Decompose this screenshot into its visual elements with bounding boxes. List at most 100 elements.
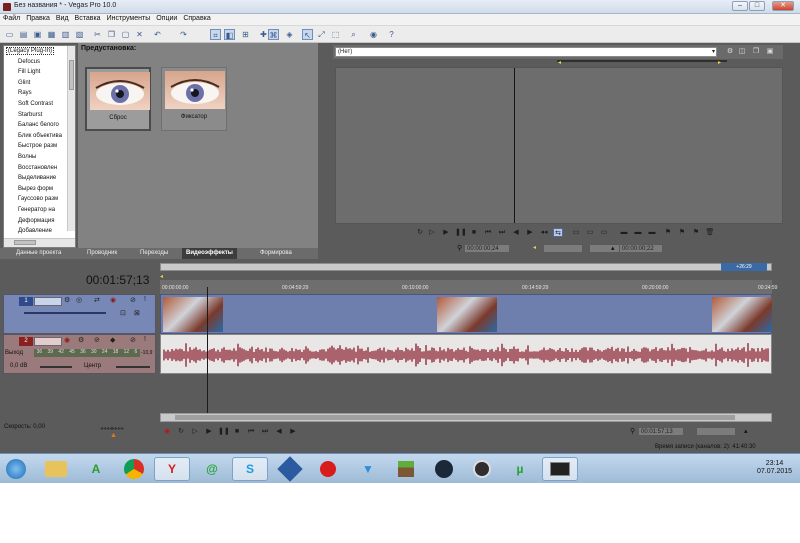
plugin-hscroll-thumb[interactable] — [14, 240, 36, 245]
steam-icon[interactable] — [426, 457, 462, 481]
plugin-list-item[interactable]: Восстановлен — [4, 163, 75, 174]
pause-icon[interactable]: ❚❚ — [455, 228, 467, 237]
maximize-button[interactable]: □ — [749, 1, 765, 11]
obs-icon[interactable] — [464, 457, 500, 481]
tab-transitions[interactable]: Переходы — [140, 248, 168, 259]
preset-fixator[interactable]: Фиксатор — [161, 67, 227, 131]
audio-track-header[interactable]: 2 ◉ ⚙ ⊘ ◆ ⊘ ! Выход 36 39 42 45 36 30 24… — [3, 334, 156, 374]
go-end-icon[interactable]: ⏭ — [260, 427, 270, 436]
timeline-ruler[interactable]: 00:00:00;00 00:04:59;29 00:10:00;00 00:1… — [160, 280, 777, 294]
solo-icon[interactable]: ! — [144, 336, 146, 343]
zoom-tool-icon[interactable]: ⌕ — [348, 29, 359, 40]
preview-opt-icon[interactable]: ▭ — [599, 228, 609, 237]
motion-icon[interactable]: ⇄ — [94, 296, 100, 304]
yandex-icon[interactable]: Y — [154, 457, 190, 481]
next-frame-icon[interactable]: ▶ — [288, 427, 298, 436]
plugin-list-item[interactable]: (Legacy Plug-In) — [4, 46, 75, 57]
loop-icon[interactable]: ↻ — [176, 427, 186, 436]
go-end-icon[interactable]: ⏭ — [497, 228, 507, 237]
cut-icon[interactable]: ✂ — [92, 29, 103, 40]
record-arm-icon[interactable]: ◉ — [64, 336, 70, 344]
menu-view[interactable]: Вид — [53, 14, 72, 25]
bypass-icon[interactable]: ⊡ — [120, 309, 126, 317]
play-from-start-icon[interactable]: ▷ — [427, 228, 437, 237]
timeline-cursor[interactable] — [207, 287, 208, 413]
video-clip-thumbnail[interactable] — [712, 297, 772, 332]
speed-slider[interactable]: ◂◂◂◂▸▸▸▸ — [100, 425, 124, 432]
preview-fx-select[interactable]: (Нет) ▾ — [335, 47, 717, 57]
timeline-start-marker-icon[interactable]: ◂ — [160, 273, 163, 280]
monitor-icon[interactable]: ▭ — [571, 228, 581, 237]
menu-help[interactable]: Справка — [180, 14, 213, 25]
plugin-list-item[interactable]: Выделивание — [4, 173, 75, 184]
plugin-list-item[interactable]: Блик объектива — [4, 131, 75, 142]
pause-icon[interactable]: ❚❚ — [218, 427, 230, 436]
flag-icon[interactable]: ⚑ — [677, 228, 687, 237]
plugin-horizontal-scrollbar[interactable] — [4, 238, 75, 247]
timeline-horizontal-scrollbar[interactable] — [160, 413, 772, 422]
minecraft-icon[interactable] — [388, 457, 424, 481]
properties-icon[interactable]: ▧ — [74, 29, 85, 40]
normal-edit-tool-icon[interactable]: ↖ — [302, 29, 313, 40]
auto-crossfade-icon[interactable]: ⌘ — [268, 29, 279, 40]
zoom-in-icon[interactable]: ▬ — [633, 228, 643, 237]
folder-icon[interactable] — [38, 457, 74, 481]
cursor-time-field[interactable]: 00:01:57;13 — [638, 427, 684, 436]
app-a-icon[interactable]: A — [78, 457, 114, 481]
at-mail-icon[interactable]: @ — [194, 457, 230, 481]
menu-tools[interactable]: Инструменты — [104, 14, 154, 25]
fx-icon[interactable]: ⚙ — [78, 336, 84, 344]
solo-icon[interactable]: ! — [144, 296, 146, 303]
stop-icon[interactable]: ■ — [469, 228, 479, 237]
plugin-list-item[interactable]: Rays — [4, 88, 75, 99]
go-start-icon[interactable]: ⏮ — [246, 427, 256, 436]
rewind-icon[interactable]: ◂◂ — [539, 228, 549, 237]
zoom-out-icon[interactable]: ▬ — [647, 228, 657, 237]
pan-slider[interactable] — [116, 366, 150, 368]
menu-options[interactable]: Опции — [153, 14, 180, 25]
automation-icon[interactable]: ◆ — [110, 336, 115, 344]
loop-icon[interactable]: ↻ — [415, 228, 425, 237]
video-clip-thumbnail[interactable] — [163, 297, 223, 332]
flag-icon[interactable]: ⚑ — [663, 228, 673, 237]
plugin-list-item[interactable]: Starburst — [4, 110, 75, 121]
track-name-field[interactable] — [34, 337, 62, 346]
display-icon[interactable]: ▭ — [585, 228, 595, 237]
menu-file[interactable]: Файл — [0, 14, 23, 25]
tab-project-media[interactable]: Данные проекта — [16, 248, 61, 259]
save-snapshot-icon[interactable]: ▣ — [765, 47, 775, 56]
selection-time-field[interactable] — [696, 427, 736, 436]
copy-snapshot-icon[interactable]: ❐ — [751, 47, 761, 56]
plugin-list-item[interactable]: Вырез форм — [4, 184, 75, 195]
render-icon[interactable]: ▥ — [60, 29, 71, 40]
mute-icon[interactable]: ⊘ — [130, 296, 136, 304]
video-track-header[interactable]: 1 ⚙ ◎ ⇄ ◉ ⊘ ! ⊡ ⊠ — [3, 294, 156, 334]
skype-icon[interactable]: S — [232, 457, 268, 481]
record-icon[interactable]: ◉ — [162, 427, 172, 436]
record-dot-icon[interactable] — [310, 457, 346, 481]
plugin-list-item[interactable]: Добавление — [4, 226, 75, 237]
opacity-slider[interactable] — [24, 312, 106, 314]
open-icon[interactable]: ▤ — [18, 29, 29, 40]
prev-frame-icon[interactable]: ◀ — [274, 427, 284, 436]
menu-edit[interactable]: Правка — [23, 14, 53, 25]
flag-icon[interactable]: ⚑ — [691, 228, 701, 237]
plugin-tree[interactable]: (Legacy Plug-In) Defocus Fill Light Glint Ra… — [3, 45, 76, 248]
video-track[interactable] — [160, 294, 772, 334]
paste-icon[interactable]: ▢ — [120, 29, 131, 40]
mute-icon[interactable]: ⊘ — [130, 336, 136, 344]
record-arm-icon[interactable]: ◉ — [110, 296, 116, 304]
fx-icon[interactable]: ⚙ — [64, 296, 70, 304]
start-orb-icon[interactable] — [2, 457, 30, 481]
split-screen-icon[interactable]: ◫ — [737, 47, 747, 56]
chrome-icon[interactable] — [116, 457, 152, 481]
tray-clock[interactable]: 23:14 07.07.2015 — [757, 460, 792, 476]
composite-icon[interactable]: ◎ — [76, 296, 82, 304]
plugin-list-item[interactable]: Glint — [4, 78, 75, 89]
preview-prop-icon[interactable]: ⚙ — [725, 47, 735, 56]
undo-icon[interactable]: ↶ — [152, 29, 163, 40]
stop-icon[interactable]: ■ — [232, 427, 242, 436]
audio-scrub-icon[interactable]: ⇆ — [553, 228, 563, 237]
marker-icon[interactable]: ◈ — [284, 29, 295, 40]
lamp-icon[interactable]: ▼ — [350, 457, 386, 481]
